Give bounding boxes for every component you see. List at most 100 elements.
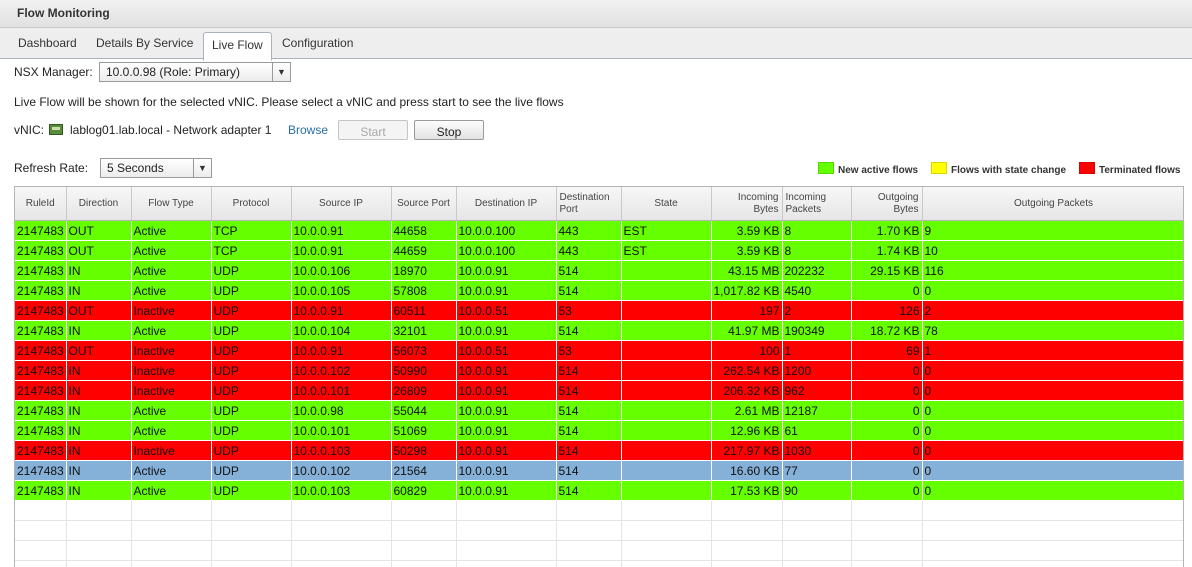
table-cell [621, 420, 712, 441]
table-row[interactable]: 2147483 OUT Active TCP 10.0.0.91 44659 10.0.0.… [15, 240, 1183, 261]
empty-cell [291, 540, 392, 561]
table-cell: 10.0.0.51 [456, 300, 557, 321]
table-row[interactable]: 2147483 IN Active UDP 10.0.0.105 57808 10.0.0.… [15, 280, 1183, 301]
table-cell: 0 [922, 480, 1183, 501]
col-header-flow-type[interactable]: Flow Type [131, 187, 212, 221]
col-header-source-port[interactable]: Source Port [391, 187, 457, 221]
legend-swatch-yellow [931, 162, 947, 174]
legend-state-change: Flows with state change [931, 162, 1067, 176]
browse-link[interactable]: Browse [288, 123, 328, 137]
table-cell: 2147483 [15, 480, 67, 501]
empty-cell [391, 540, 457, 561]
table-row[interactable]: 2147483 IN Active UDP 10.0.0.106 18970 10.0.0.… [15, 260, 1183, 281]
table-row[interactable]: 2147483 IN Inactive UDP 10.0.0.101 26809 10.0.… [15, 380, 1183, 401]
legend-swatch-red [1079, 162, 1095, 174]
table-header-row: RuleId Direction Flow Type Protocol Sour… [15, 187, 1183, 221]
table-cell: 3.59 KB [711, 220, 783, 241]
col-header-state[interactable]: State [621, 187, 712, 221]
table-row[interactable]: 2147483 IN Active UDP 10.0.0.98 55044 10.0.0.9… [15, 400, 1183, 421]
table-cell: 190349 [782, 320, 852, 341]
empty-cell [66, 560, 132, 567]
empty-cell [391, 520, 457, 541]
table-cell: Active [131, 400, 212, 421]
col-header-ruleid[interactable]: RuleId [15, 187, 67, 221]
table-row[interactable]: 2147483 IN Active UDP 10.0.0.101 51069 10.0.0.… [15, 420, 1183, 441]
table-row[interactable]: 2147483 IN Inactive UDP 10.0.0.102 50990 10.0.… [15, 360, 1183, 381]
table-cell: 53 [556, 300, 622, 321]
empty-cell [291, 500, 392, 521]
table-cell: 10.0.0.101 [291, 420, 392, 441]
empty-cell [556, 500, 622, 521]
table-row[interactable]: 2147483 IN Active UDP 10.0.0.102 21564 10.0.0.… [15, 460, 1183, 481]
refresh-rate-value: 5 Seconds [107, 161, 164, 175]
window-titlebar: Flow Monitoring [0, 0, 1192, 28]
col-header-direction[interactable]: Direction [66, 187, 132, 221]
empty-cell [782, 520, 852, 541]
table-cell: 10.0.0.91 [291, 220, 392, 241]
table-cell: 44658 [391, 220, 457, 241]
empty-cell [66, 520, 132, 541]
col-header-incoming-packets[interactable]: Incoming Packets [782, 187, 852, 221]
table-cell: 514 [556, 480, 622, 501]
col-header-protocol[interactable]: Protocol [211, 187, 292, 221]
refresh-rate-select[interactable]: 5 Seconds ▼ [100, 158, 212, 178]
nsx-manager-label: NSX Manager: [14, 65, 93, 79]
table-cell: 17.53 KB [711, 480, 783, 501]
col-header-outgoing-packets[interactable]: Outgoing Packets [922, 187, 1183, 221]
empty-cell [556, 520, 622, 541]
table-cell: 10.0.0.91 [456, 380, 557, 401]
table-cell: 18.72 KB [851, 320, 923, 341]
table-row[interactable]: 2147483 IN Active UDP 10.0.0.103 60829 10.0.0.… [15, 480, 1183, 501]
table-cell: Inactive [131, 380, 212, 401]
table-cell: 1030 [782, 440, 852, 461]
empty-cell [15, 540, 67, 561]
live-flow-table: RuleId Direction Flow Type Protocol Sour… [15, 187, 1183, 567]
table-cell: 126 [851, 300, 923, 321]
tab-configuration[interactable]: Configuration [282, 36, 353, 50]
tab-details-by-service[interactable]: Details By Service [96, 36, 193, 50]
stop-button[interactable]: Stop [414, 120, 484, 140]
table-cell: 61 [782, 420, 852, 441]
table-cell: Active [131, 460, 212, 481]
empty-cell [391, 560, 457, 567]
table-cell: 60829 [391, 480, 457, 501]
table-cell: 2147483 [15, 220, 67, 241]
table-cell: 0 [922, 360, 1183, 381]
empty-cell [851, 520, 923, 541]
table-cell: 10.0.0.105 [291, 280, 392, 301]
table-cell: 10.0.0.91 [291, 240, 392, 261]
table-cell: TCP [211, 240, 292, 261]
table-cell: 41.97 MB [711, 320, 783, 341]
table-cell: Inactive [131, 440, 212, 461]
tab-dashboard[interactable]: Dashboard [18, 36, 77, 50]
tab-live-flow[interactable]: Live Flow [203, 32, 272, 61]
empty-row [15, 540, 1183, 561]
table-row[interactable]: 2147483 OUT Active TCP 10.0.0.91 44658 10.0.0.… [15, 220, 1183, 241]
col-header-destination-port[interactable]: Destination Port [556, 187, 622, 221]
live-flow-grid[interactable]: RuleId Direction Flow Type Protocol Sour… [14, 186, 1184, 567]
table-body: 2147483 OUT Active TCP 10.0.0.91 44658 10.0.0.… [15, 220, 1183, 567]
table-row[interactable]: 2147483 IN Active UDP 10.0.0.104 32101 10.0.0.… [15, 320, 1183, 341]
table-cell: 51069 [391, 420, 457, 441]
table-cell: 0 [922, 420, 1183, 441]
empty-cell [782, 500, 852, 521]
nsx-manager-select[interactable]: 10.0.0.98 (Role: Primary) ▼ [99, 62, 291, 82]
table-cell: 60511 [391, 300, 457, 321]
empty-cell [131, 500, 212, 521]
col-header-outgoing-bytes[interactable]: Outgoing Bytes [851, 187, 923, 221]
table-cell: 0 [851, 400, 923, 421]
empty-cell [711, 560, 783, 567]
table-cell: 3.59 KB [711, 240, 783, 261]
table-cell: EST [621, 240, 712, 261]
empty-cell [131, 540, 212, 561]
table-row[interactable]: 2147483 OUT Inactive UDP 10.0.0.91 56073 10.0.… [15, 340, 1183, 361]
col-header-source-ip[interactable]: Source IP [291, 187, 392, 221]
legend-label: Flows with state change [951, 165, 1067, 176]
col-header-destination-ip[interactable]: Destination IP [456, 187, 557, 221]
empty-cell [15, 520, 67, 541]
table-row[interactable]: 2147483 IN Inactive UDP 10.0.0.103 50298 10.0.… [15, 440, 1183, 461]
col-header-incoming-bytes[interactable]: Incoming Bytes [711, 187, 783, 221]
table-row[interactable]: 2147483 OUT Inactive UDP 10.0.0.91 60511 10.0.… [15, 300, 1183, 321]
table-cell: Active [131, 260, 212, 281]
start-button[interactable]: Start [338, 120, 408, 140]
